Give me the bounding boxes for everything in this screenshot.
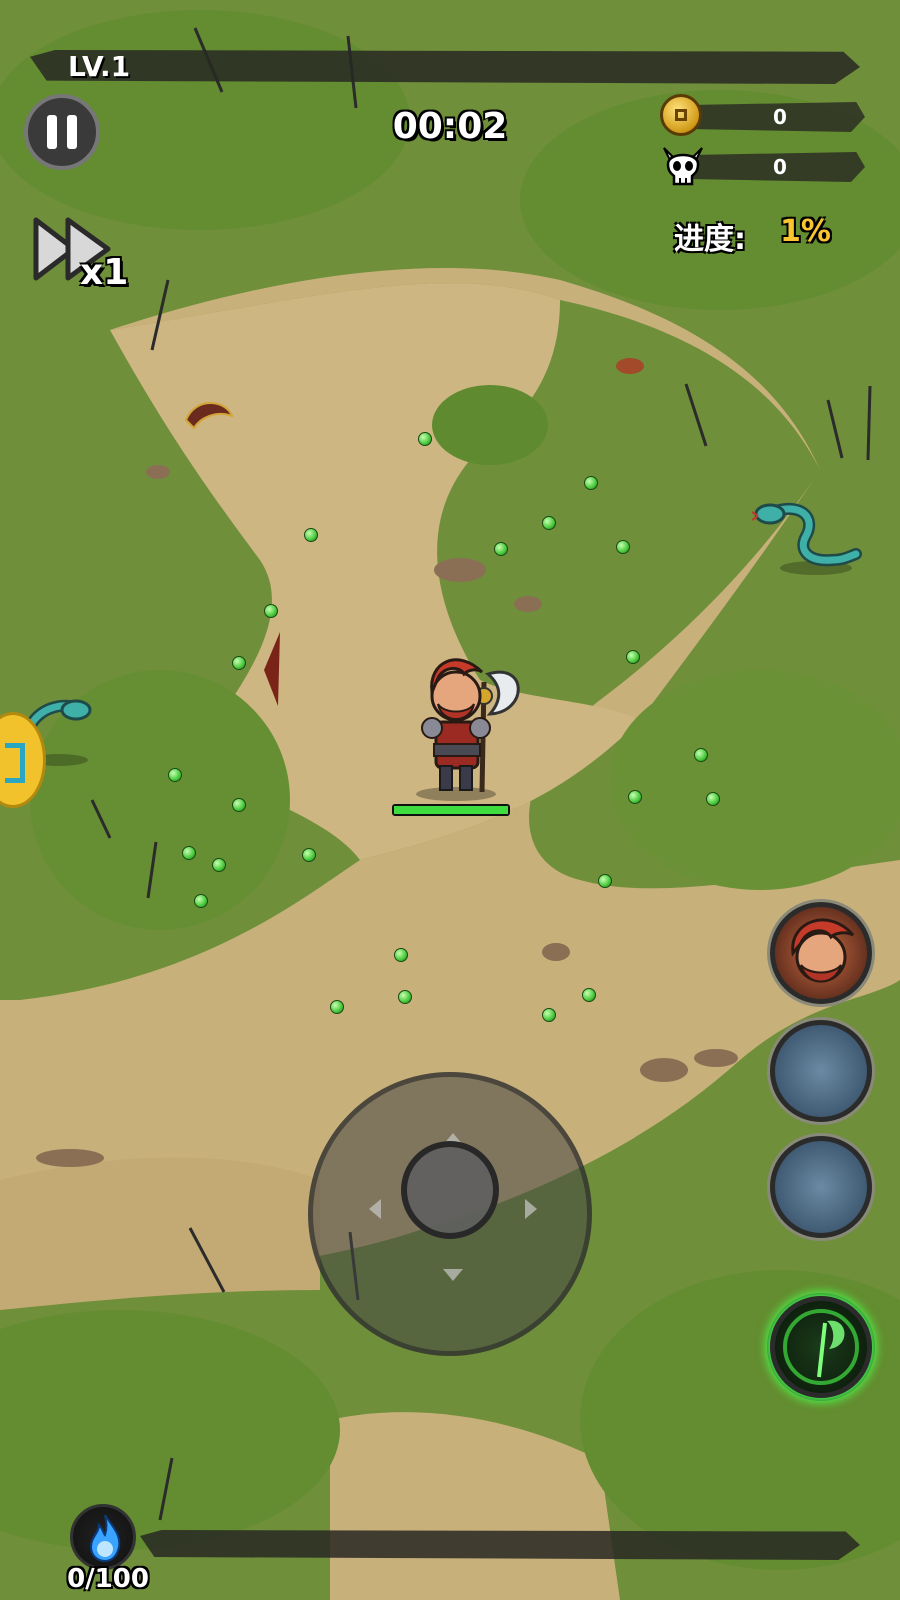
level-label: LV.1: [68, 50, 131, 83]
exp-gem: [304, 528, 318, 542]
exp-gem: [542, 516, 556, 530]
progress-label: 进度:: [674, 222, 746, 257]
soul-orb: [70, 1504, 136, 1570]
speed-multiplier: x1: [80, 252, 129, 293]
exp-gem: [628, 790, 642, 804]
exp-gem: [264, 604, 278, 618]
hero-health-fill: [394, 806, 508, 814]
hero-portrait-icon: [791, 918, 855, 983]
exp-gem: [232, 656, 246, 670]
hero-health-bar: [392, 804, 510, 816]
skull-icon: [663, 147, 703, 186]
exp-gem: [626, 650, 640, 664]
hero-portrait-skill[interactable]: [770, 902, 872, 1004]
exp-gem: [232, 798, 246, 812]
exp-gem: [598, 874, 612, 888]
pause-button[interactable]: [24, 94, 100, 170]
battle-timer: 00:02: [392, 106, 508, 147]
exp-gem: [398, 990, 412, 1004]
exp-gem: [418, 432, 432, 446]
exp-gem: [168, 768, 182, 782]
level-exp-bar: [30, 50, 860, 84]
exp-gem: [542, 1008, 556, 1022]
joystick-knob[interactable]: [401, 1141, 499, 1239]
axe-skill-button[interactable]: [770, 1296, 872, 1398]
snake-enemy: [752, 502, 862, 575]
skill-slot-empty[interactable]: [770, 1020, 872, 1122]
coin-counter: 0: [660, 94, 870, 138]
pause-icon: [47, 115, 77, 149]
exp-gem: [494, 542, 508, 556]
joystick-right-arrow-icon: [525, 1199, 537, 1219]
virtual-joystick[interactable]: [308, 1072, 592, 1356]
exp-gem: [584, 476, 598, 490]
exp-gem: [694, 748, 708, 762]
exp-gem: [616, 540, 630, 554]
exp-gem: [302, 848, 316, 862]
exp-gem: [330, 1000, 344, 1014]
joystick-down-arrow-icon: [443, 1269, 463, 1281]
exp-gem: [394, 948, 408, 962]
exp-gem: [582, 988, 596, 1002]
coin-count: 0: [773, 105, 787, 129]
exp-gem: [194, 894, 208, 908]
kill-counter: 0: [660, 144, 870, 188]
progress-value: 1%: [780, 214, 831, 249]
soul-count: 0/100: [67, 1564, 149, 1594]
soul-bar: [140, 1530, 860, 1560]
kill-count: 0: [773, 155, 787, 179]
blue-flame-icon: [89, 1514, 121, 1563]
joystick-left-arrow-icon: [369, 1199, 381, 1219]
coin-icon: [660, 94, 702, 136]
exp-gem: [212, 858, 226, 872]
exp-gem: [182, 846, 196, 860]
exp-gem: [706, 792, 720, 806]
axe-skill-icon: [783, 1309, 859, 1385]
hero-character: [416, 658, 520, 801]
skill-slot-empty[interactable]: [770, 1136, 872, 1238]
